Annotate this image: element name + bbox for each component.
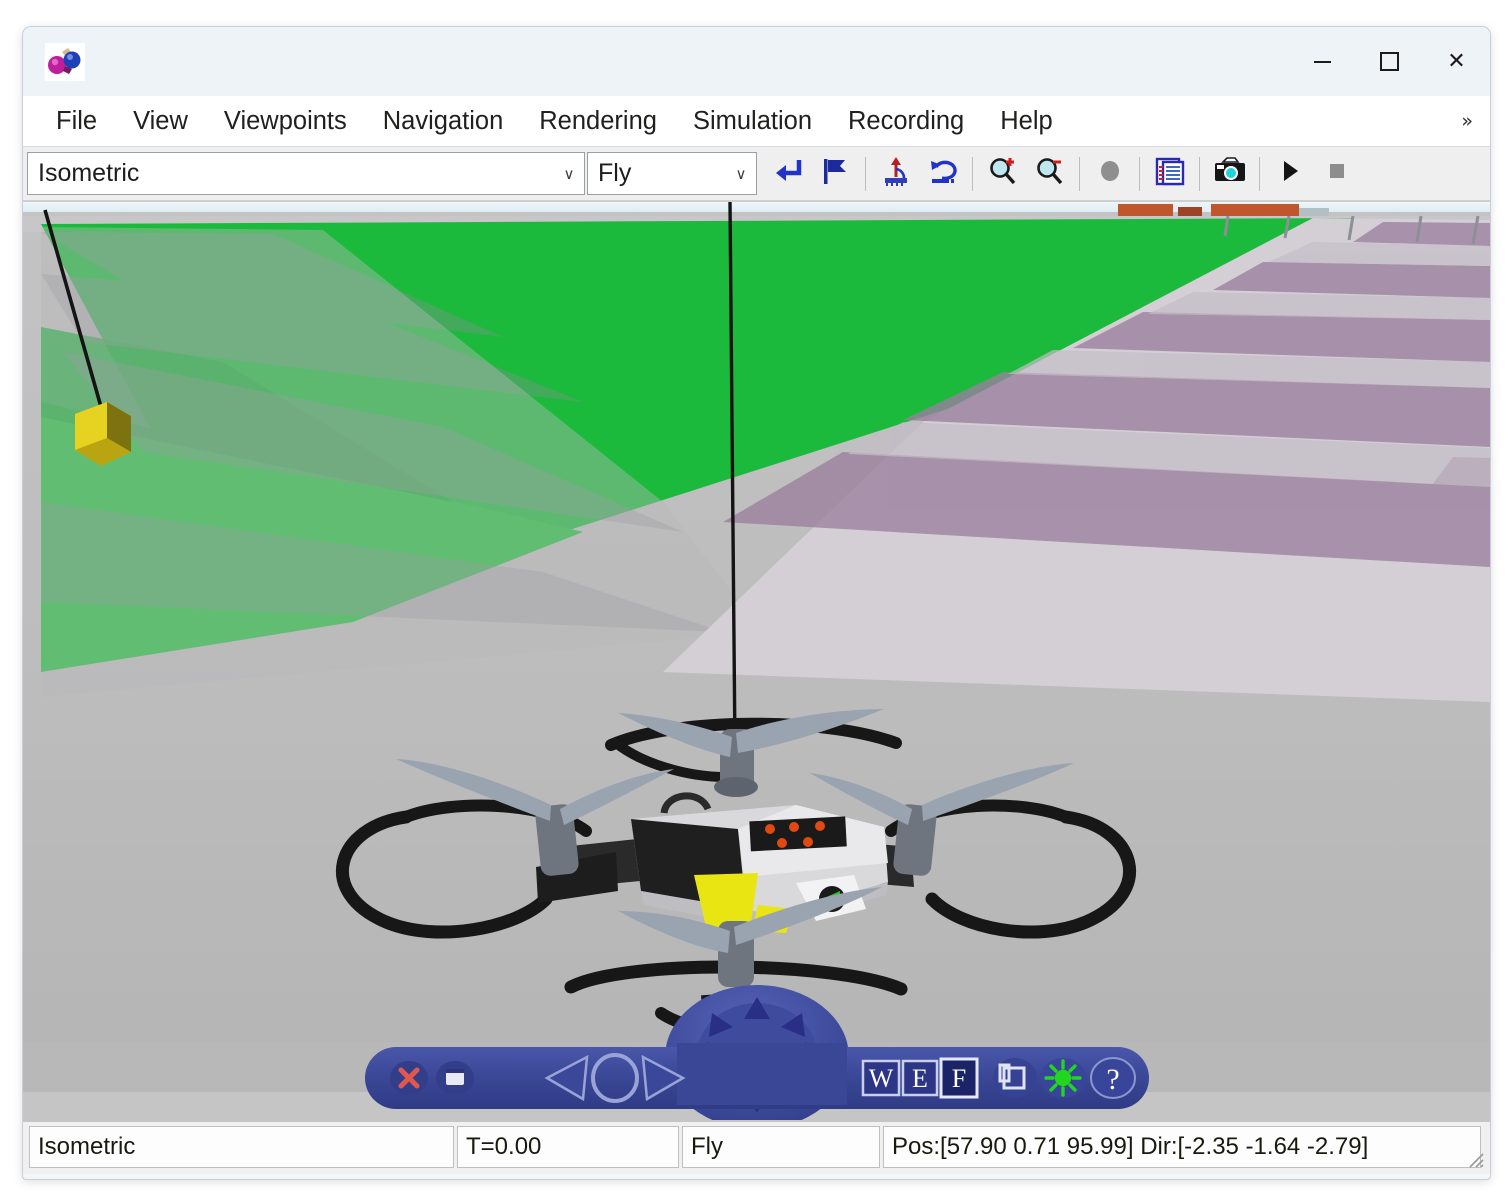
examine-mode-button[interactable]: E — [903, 1061, 937, 1095]
fly-mode-label: F — [951, 1064, 965, 1093]
toolbar: Isometric ∨ Fly ∨ — [23, 147, 1490, 202]
play-button[interactable] — [1266, 150, 1313, 197]
return-arrow-icon — [772, 156, 806, 191]
viewpoint-select[interactable]: Isometric ∨ — [27, 152, 585, 195]
simulink-3d-animation-window: ✕ File View Viewpoints Navigation Render… — [22, 26, 1491, 1180]
next-viewpoint-button[interactable] — [812, 150, 859, 197]
straighten-up-button[interactable] — [872, 150, 919, 197]
maximize-button[interactable] — [1356, 27, 1423, 96]
distant-buildings — [1118, 204, 1329, 217]
maximize-icon — [1380, 52, 1399, 71]
chevron-down-icon: ∨ — [726, 165, 756, 183]
default-viewpoint-button[interactable] — [765, 150, 812, 197]
menu-viewpoints[interactable]: Viewpoints — [221, 105, 350, 138]
record-dot-icon — [1095, 156, 1125, 191]
viewpoint-list-button[interactable] — [993, 1058, 1037, 1098]
walk-mode-button[interactable]: W — [863, 1061, 899, 1095]
menu-file[interactable]: File — [53, 105, 100, 138]
status-camera-position: Pos:[57.90 0.71 95.99] Dir:[-2.35 -1.64 … — [883, 1126, 1481, 1168]
straighten-up-icon — [879, 155, 913, 192]
title-bar[interactable]: ✕ — [23, 27, 1490, 96]
toolbar-separator — [865, 157, 866, 191]
zoom-in-button[interactable] — [979, 150, 1026, 197]
stop-button[interactable] — [1313, 150, 1360, 197]
status-viewpoint: Isometric — [29, 1126, 454, 1168]
toolbar-separator — [1199, 157, 1200, 191]
help-button[interactable]: ? — [1091, 1058, 1135, 1098]
resize-grip[interactable] — [1466, 1150, 1484, 1168]
properties-button[interactable] — [1146, 150, 1193, 197]
minimize-button[interactable] — [1289, 27, 1356, 96]
virtual-world-viewport[interactable]: W E F — [23, 202, 1490, 1122]
stop-icon — [1324, 158, 1350, 189]
status-bar: Isometric T=0.00 Fly Pos:[57.90 0.71 95.… — [23, 1122, 1490, 1174]
menu-recording[interactable]: Recording — [845, 105, 967, 138]
walk-mode-label: W — [868, 1064, 893, 1093]
minimize-icon — [1314, 61, 1331, 63]
zoom-in-icon — [986, 155, 1020, 192]
undo-move-button[interactable] — [919, 150, 966, 197]
app-icon — [45, 43, 85, 81]
viewpoint-select-value: Isometric — [28, 159, 554, 188]
menu-navigation[interactable]: Navigation — [380, 105, 507, 138]
close-button[interactable]: ✕ — [1423, 27, 1490, 96]
camera-icon — [1213, 156, 1247, 191]
toolbar-separator — [972, 157, 973, 191]
zoom-out-button[interactable] — [1026, 150, 1073, 197]
menu-help[interactable]: Help — [997, 105, 1055, 138]
navigation-mode-select[interactable]: Fly ∨ — [587, 152, 757, 195]
virtual-scene — [23, 202, 1490, 1122]
record-button[interactable] — [1086, 150, 1133, 197]
toolbar-separator — [1079, 157, 1080, 191]
menu-overflow-icon[interactable]: » — [1461, 110, 1473, 132]
dashboard-exit-button[interactable] — [390, 1061, 428, 1095]
menu-bar: File View Viewpoints Navigation Renderin… — [23, 96, 1490, 147]
menu-view[interactable]: View — [130, 105, 191, 138]
examine-mode-label: E — [912, 1064, 928, 1093]
status-time: T=0.00 — [457, 1126, 679, 1168]
menu-rendering[interactable]: Rendering — [536, 105, 660, 138]
fly-mode-button[interactable]: F — [941, 1059, 977, 1097]
seek-box-icon — [446, 1071, 464, 1085]
snapshot-button[interactable] — [1206, 150, 1253, 197]
headlight-button[interactable] — [1040, 1058, 1086, 1098]
chevron-down-icon: ∨ — [554, 165, 584, 183]
flag-icon — [819, 156, 853, 191]
question-mark-icon: ? — [1106, 1063, 1119, 1096]
window-caption-buttons: ✕ — [1289, 27, 1490, 96]
toolbar-separator — [1259, 157, 1260, 191]
close-icon: ✕ — [1447, 51, 1465, 73]
status-navigation-mode: Fly — [682, 1126, 880, 1168]
navigation-mode-value: Fly — [588, 159, 726, 188]
zoom-out-icon — [1033, 155, 1067, 192]
navigation-dashboard[interactable]: W E F — [347, 985, 1167, 1120]
undo-rotate-icon — [926, 155, 960, 192]
toolbar-separator — [1139, 157, 1140, 191]
headlight-sun-icon — [1046, 1061, 1080, 1095]
menu-simulation[interactable]: Simulation — [690, 105, 815, 138]
dashboard-seek-button[interactable] — [436, 1061, 474, 1095]
play-icon — [1276, 157, 1304, 190]
clipboard-properties-icon — [1154, 155, 1186, 192]
